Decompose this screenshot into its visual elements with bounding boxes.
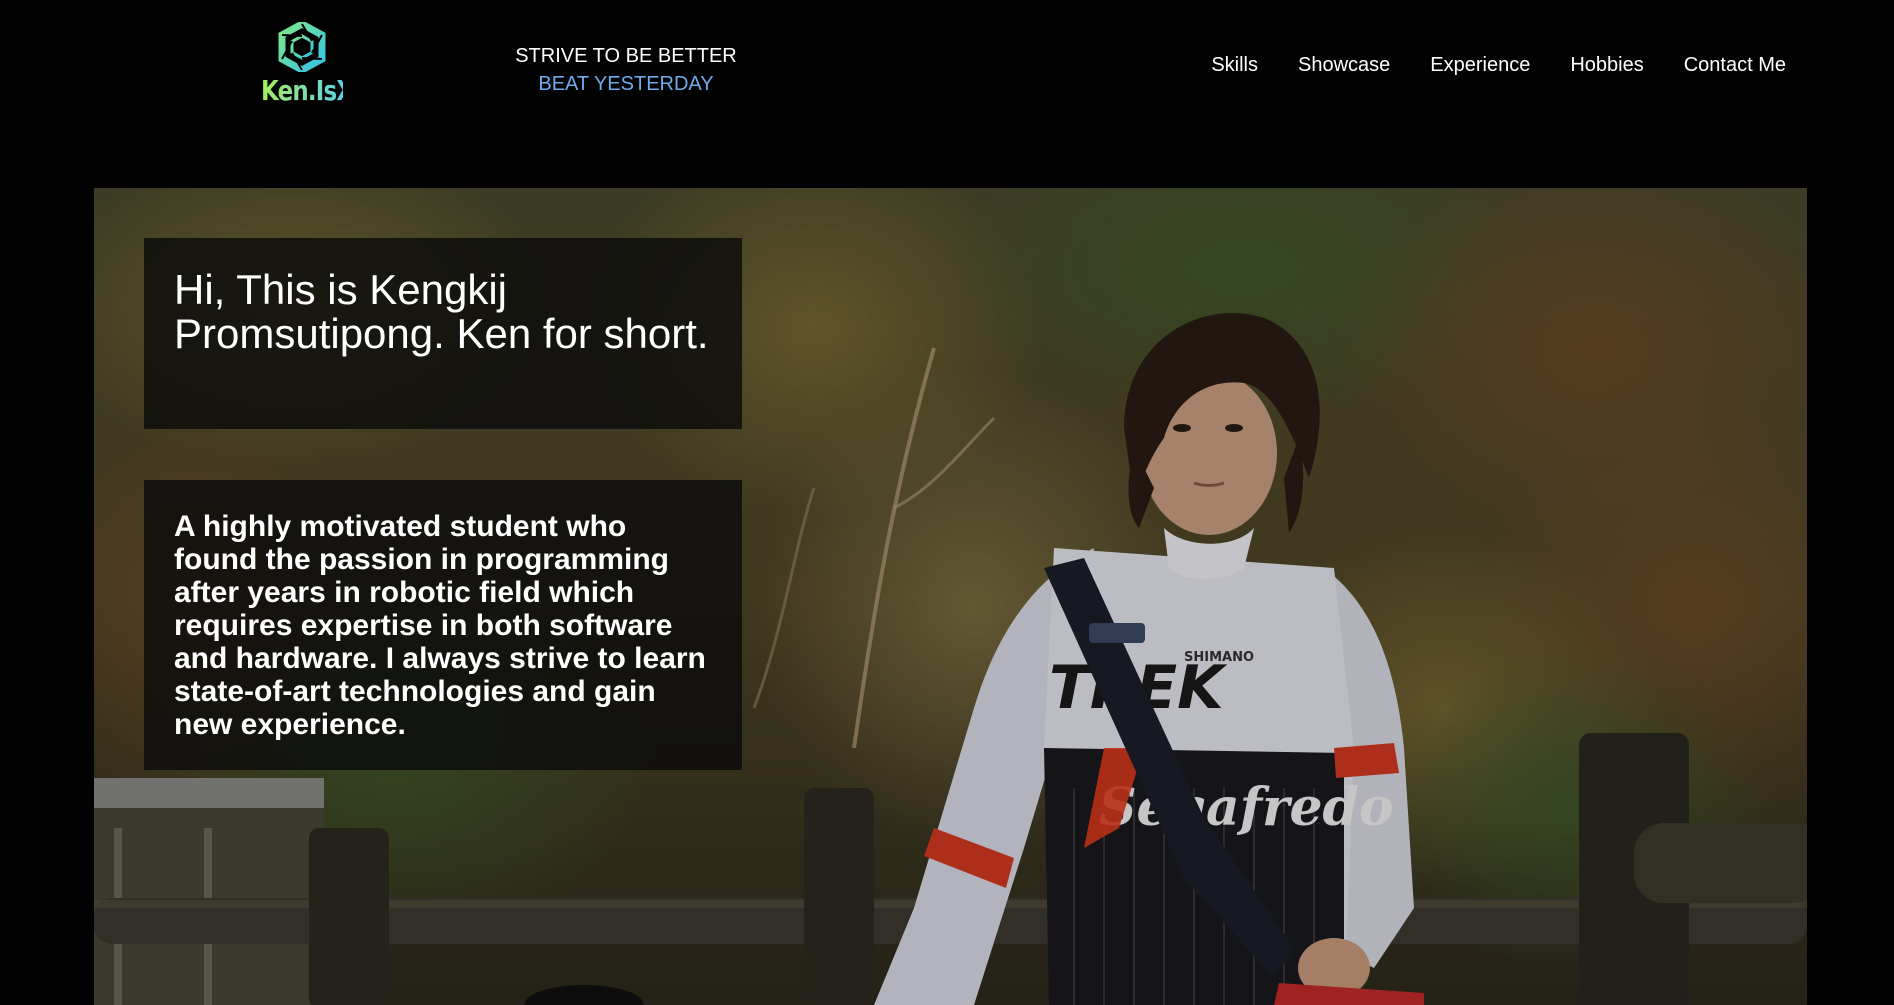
logo-text: Ken.IsX (261, 74, 354, 107)
main-nav: Skills Showcase Experience Hobbies Conta… (1211, 54, 1786, 77)
greeting-card: Hi, This is Kengkij Promsutipong. Ken fo… (144, 238, 742, 429)
logo-link[interactable]: Ken.IsX (252, 22, 354, 118)
greeting-heading: Hi, This is Kengkij Promsutipong. Ken fo… (174, 266, 709, 357)
tagline-line-1: STRIVE TO BE BETTER (515, 45, 737, 67)
hero-section: TREK Segafredo SHIMANO Hi, This is Kengk… (94, 188, 1807, 1005)
nav-item-experience[interactable]: Experience (1430, 54, 1530, 77)
nav-item-skills[interactable]: Skills (1211, 54, 1258, 77)
nav-item-hobbies[interactable]: Hobbies (1570, 54, 1643, 77)
nav-item-showcase[interactable]: Showcase (1298, 54, 1390, 77)
aperture-icon (278, 22, 326, 72)
tagline-line-2: BEAT YESTERDAY (538, 73, 714, 95)
site-header: Ken.IsX STRIVE TO BE BETTER BEAT YESTERD… (0, 0, 1894, 188)
nav-item-contact-me[interactable]: Contact Me (1684, 54, 1786, 77)
bio-card: A highly motivated student who found the… (144, 480, 742, 770)
tagline: STRIVE TO BE BETTER BEAT YESTERDAY (500, 42, 752, 98)
bio-text: A highly motivated student who found the… (174, 510, 706, 741)
